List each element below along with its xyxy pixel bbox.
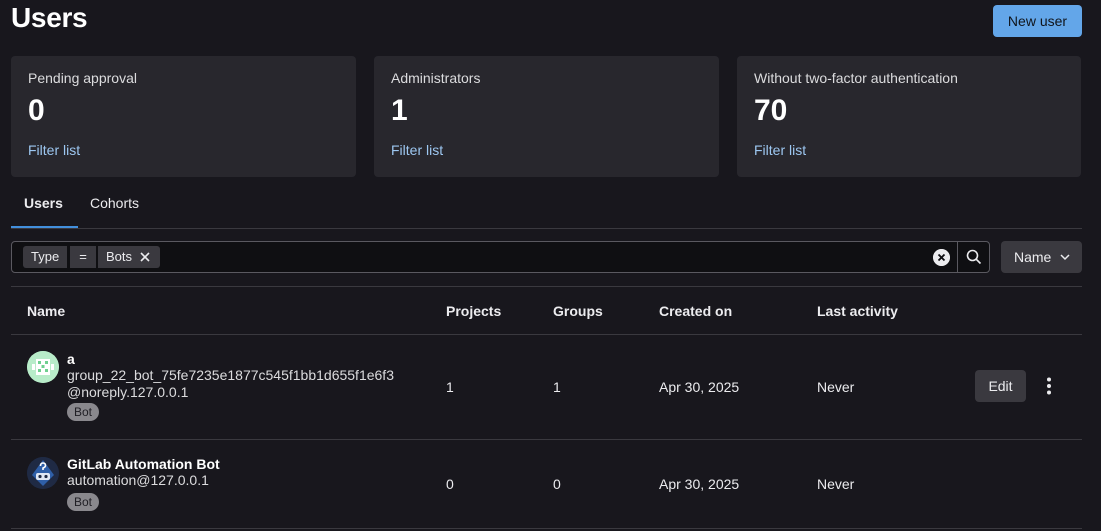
sort-dropdown[interactable]: Name [1001,241,1082,273]
last-activity: Never [817,379,855,395]
filter-list-link[interactable]: Filter list [28,142,80,158]
bot-badge: Bot [67,403,100,421]
chevron-down-icon [1060,254,1070,261]
column-header-groups: Groups [553,303,603,319]
created-on: Apr 30, 2025 [659,476,740,492]
stat-value: 70 [754,94,788,127]
search-icon[interactable] [966,249,982,265]
filtered-search-bar[interactable]: Type = Bots [11,241,990,273]
user-email-line: group_22_bot_75fe7235e1877c545f1bb1d655f… [67,367,394,383]
projects-count: 1 [446,379,454,395]
groups-count: 1 [553,379,561,395]
avatar[interactable] [27,457,59,489]
tab-cohorts[interactable]: Cohorts [90,195,139,228]
user-name-link[interactable]: GitLab Automation Bot [67,456,220,472]
clear-icon[interactable] [933,249,950,266]
table-row: a group_22_bot_75fe7235e1877c545f1bb1d65… [11,335,1082,440]
filter-token-operator[interactable]: = [70,246,96,268]
user-email: automation@127.0.0.1 [67,472,209,488]
sort-dropdown-label: Name [1014,249,1052,265]
filter-token-type[interactable]: Type [23,246,68,268]
user-name-link[interactable]: a [67,351,75,367]
column-header-name[interactable]: Name [27,303,65,319]
more-actions-icon[interactable] [1045,377,1053,395]
filter-list-link[interactable]: Filter list [754,142,806,158]
stat-value: 0 [28,94,45,127]
table-row: GitLab Automation Bot automation@127.0.0… [11,440,1082,529]
user-email-line: @noreply.127.0.0.1 [67,384,189,400]
search-divider [957,242,958,272]
last-activity: Never [817,476,855,492]
stat-card-without-2fa: Without two-factor authentication 70 Fil… [737,56,1081,177]
page-title: Users [11,2,88,33]
avatar[interactable] [27,351,59,383]
column-header-last-activity[interactable]: Last activity [817,303,898,319]
stat-label: Without two-factor authentication [754,70,958,86]
stat-card-administrators: Administrators 1 Filter list [374,56,719,177]
stat-card-pending-approval: Pending approval 0 Filter list [11,56,356,177]
bot-badge: Bot [67,493,100,511]
stat-value: 1 [391,94,408,127]
user-email: group_22_bot_75fe7235e1877c545f1bb1d655f… [67,367,427,401]
column-header-created-on[interactable]: Created on [659,303,732,319]
stat-label: Pending approval [28,70,137,86]
column-header-projects: Projects [446,303,502,319]
tabs: Users Cohorts [11,184,1082,229]
table-header: Name Projects Groups Created on Last act… [11,286,1082,335]
new-user-button[interactable]: New user [993,5,1082,37]
created-on: Apr 30, 2025 [659,379,740,395]
filter-list-link[interactable]: Filter list [391,142,443,158]
users-admin-page: Users New user Pending approval 0 Filter… [0,0,1101,531]
close-icon[interactable] [138,250,152,264]
tab-users[interactable]: Users [11,195,78,228]
edit-button[interactable]: Edit [975,370,1026,402]
stat-label: Administrators [391,70,481,86]
projects-count: 0 [446,476,454,492]
groups-count: 0 [553,476,561,492]
